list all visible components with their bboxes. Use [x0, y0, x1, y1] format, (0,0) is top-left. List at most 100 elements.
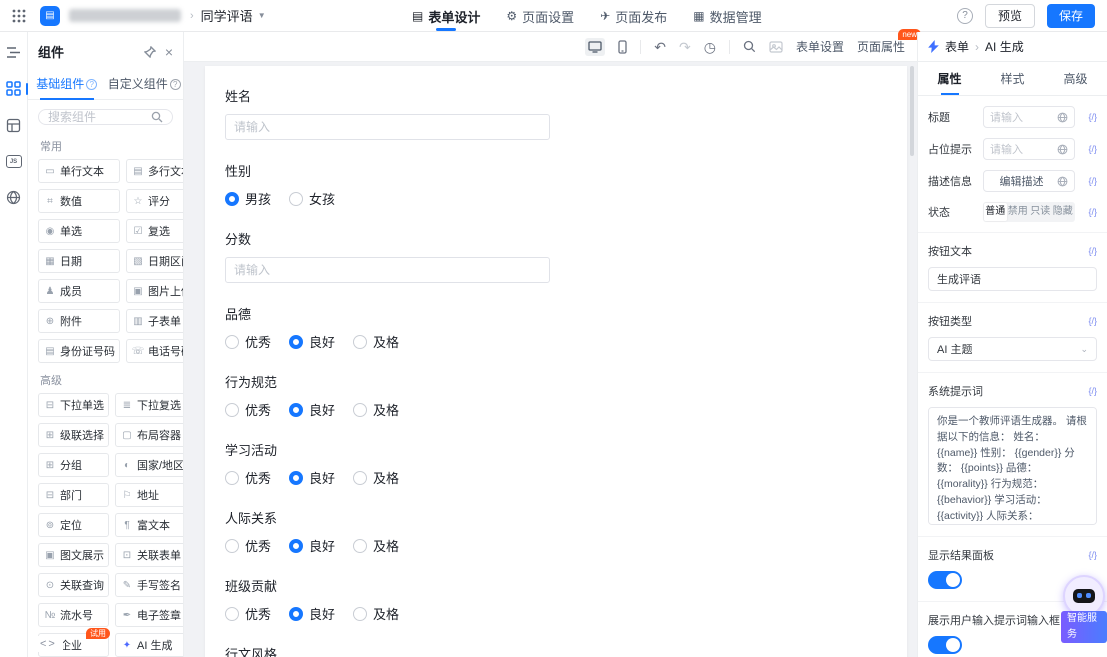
help-icon[interactable]: ? — [957, 8, 973, 24]
i18n-globe-icon[interactable] — [1057, 112, 1068, 123]
components-icon[interactable] — [6, 81, 21, 96]
radio-option[interactable]: 及格 — [353, 604, 399, 623]
form-field-behavior[interactable]: 行为规范 优秀 良好 — [225, 372, 887, 419]
apps-grid-icon[interactable] — [12, 9, 26, 23]
placeholder-input[interactable]: 请输入 — [983, 138, 1075, 160]
result-panel-toggle[interactable] — [928, 571, 962, 589]
formula-icon[interactable]: {/} — [1080, 386, 1097, 396]
component-item[interactable]: ◐ 国家/地区 — [115, 453, 184, 477]
data-source-icon[interactable] — [6, 118, 21, 133]
formula-icon[interactable]: {/} — [1080, 112, 1097, 122]
component-item[interactable]: ☆ 评分 — [126, 189, 184, 213]
outline-tree-icon[interactable] — [6, 46, 21, 59]
desktop-view-icon[interactable] — [585, 38, 605, 56]
i18n-globe-icon[interactable] — [1057, 144, 1068, 155]
status-option[interactable]: 隐藏 — [1052, 203, 1075, 221]
component-item[interactable]: ≣ 下拉复选 — [115, 393, 184, 417]
radio-option[interactable]: 良好 — [289, 604, 335, 623]
component-item[interactable]: ⊟ 部门 — [38, 483, 109, 507]
form-field-morality[interactable]: 品德 优秀 良好 — [225, 304, 887, 351]
component-item[interactable]: ⊙ 关联查询 — [38, 573, 109, 597]
page-title[interactable]: 同学评语 — [201, 6, 253, 25]
status-option[interactable]: 只读 — [1029, 203, 1052, 221]
radio-option[interactable]: 优秀 — [225, 400, 271, 419]
form-field-article-style[interactable]: 行文风格 严肃的 温柔的 — [225, 644, 887, 657]
formula-icon[interactable]: {/} — [1080, 144, 1097, 154]
component-item[interactable]: ▤ 多行文本 — [126, 159, 184, 183]
radio-option[interactable]: 良好 — [289, 400, 335, 419]
component-item[interactable]: ▢ 布局容器 — [115, 423, 184, 447]
close-icon[interactable]: × — [165, 46, 173, 58]
formula-icon[interactable]: {/} — [1080, 316, 1097, 326]
component-item[interactable]: ✦ AI 生成 — [115, 633, 184, 657]
component-search[interactable] — [38, 109, 173, 125]
status-option[interactable]: 禁用 — [1007, 203, 1030, 221]
component-item[interactable]: ▧ 日期区间 — [126, 249, 184, 273]
component-item[interactable]: № 流水号 — [38, 603, 109, 627]
component-item[interactable]: ⊞ 分组 — [38, 453, 109, 477]
component-item[interactable]: ⊡ 关联表单 — [115, 543, 184, 567]
component-item[interactable]: ☏ 电话号码 — [126, 339, 184, 363]
inspector-tab[interactable]: 属性 — [918, 62, 981, 95]
radio-option[interactable]: 男孩 — [225, 189, 271, 208]
component-item[interactable]: ▤ 身份证号码 — [38, 339, 120, 363]
radio-option[interactable]: 良好 — [289, 332, 335, 351]
radio-option[interactable]: 女孩 — [289, 189, 335, 208]
form-field-contribution[interactable]: 班级贡献 优秀 良好 — [225, 576, 887, 623]
component-item[interactable]: ⚐ 地址 — [115, 483, 184, 507]
component-item[interactable]: ⊕ 附件 — [38, 309, 120, 333]
component-item[interactable]: ✒ 电子签章 — [115, 603, 184, 627]
page-properties-button[interactable]: 页面属性 new — [857, 38, 905, 55]
form-field-gender[interactable]: 性别 男孩 女孩 — [225, 161, 887, 208]
save-button[interactable]: 保存 — [1047, 4, 1095, 28]
component-item[interactable]: ▣ 图片上传 — [126, 279, 184, 303]
history-icon[interactable]: ◷ — [704, 40, 716, 54]
canvas-scrollbar[interactable] — [910, 66, 914, 156]
i18n-globe-icon[interactable] — [1057, 176, 1068, 187]
radio-option[interactable]: 优秀 — [225, 536, 271, 555]
pin-icon[interactable] — [144, 46, 156, 58]
smart-service-label[interactable]: 智能服务 — [1061, 611, 1107, 643]
form-field-relationship[interactable]: 人际关系 优秀 良好 — [225, 508, 887, 555]
form-field-activity[interactable]: 学习活动 优秀 良好 — [225, 440, 887, 487]
search-input[interactable] — [48, 110, 151, 124]
component-item[interactable]: ¶ 富文本 — [115, 513, 184, 537]
component-item[interactable]: ⊞ 级联选择 — [38, 423, 109, 447]
radio-option[interactable]: 良好 — [289, 536, 335, 555]
form-settings-button[interactable]: 表单设置 — [796, 38, 844, 55]
redo-icon[interactable]: ↷ — [679, 40, 691, 54]
globe-icon[interactable] — [6, 190, 21, 205]
name-input[interactable] — [225, 114, 550, 140]
chevron-down-icon[interactable]: ▼ — [258, 11, 266, 20]
component-item[interactable]: ✎ 手写签名 — [115, 573, 184, 597]
panel-tab[interactable]: 自定义组件 — [106, 69, 184, 99]
title-input[interactable]: 请输入 — [983, 106, 1075, 128]
score-input[interactable] — [225, 257, 550, 283]
component-item[interactable]: ▥ 子表单 — [126, 309, 184, 333]
component-item[interactable]: ▣ 图文展示 — [38, 543, 109, 567]
top-nav-tab[interactable]: ✈ 页面发布 — [600, 0, 667, 32]
zoom-search-icon[interactable] — [743, 40, 756, 53]
component-item[interactable]: ☑ 复选 — [126, 219, 184, 243]
preview-button[interactable]: 预览 — [985, 4, 1035, 28]
form-field-score[interactable]: 分数 — [225, 229, 887, 283]
radio-option[interactable]: 及格 — [353, 400, 399, 419]
mobile-view-icon[interactable] — [618, 40, 627, 54]
radio-option[interactable]: 优秀 — [225, 604, 271, 623]
component-item[interactable]: ⊚ 定位 — [38, 513, 109, 537]
radio-option[interactable]: 优秀 — [225, 468, 271, 487]
radio-option[interactable]: 及格 — [353, 332, 399, 351]
undo-icon[interactable]: ↶ — [654, 40, 666, 54]
code-collapse-icon[interactable]: <> — [34, 636, 63, 652]
top-nav-tab[interactable]: ⚙ 页面设置 — [506, 0, 574, 32]
javascript-icon[interactable]: JS — [6, 155, 22, 168]
formula-icon[interactable]: {/} — [1080, 176, 1097, 186]
component-item[interactable]: ▭ 单行文本 — [38, 159, 120, 183]
component-item[interactable]: ⊟ 下拉单选 — [38, 393, 109, 417]
inspector-tab[interactable]: 高级 — [1044, 62, 1107, 95]
component-item[interactable]: ♟ 成员 — [38, 279, 120, 303]
panel-tab[interactable]: 基础组件 — [28, 69, 106, 99]
radio-option[interactable]: 优秀 — [225, 332, 271, 351]
user-prompt-toggle[interactable] — [928, 636, 962, 654]
top-nav-tab[interactable]: ▦ 数据管理 — [693, 0, 761, 32]
